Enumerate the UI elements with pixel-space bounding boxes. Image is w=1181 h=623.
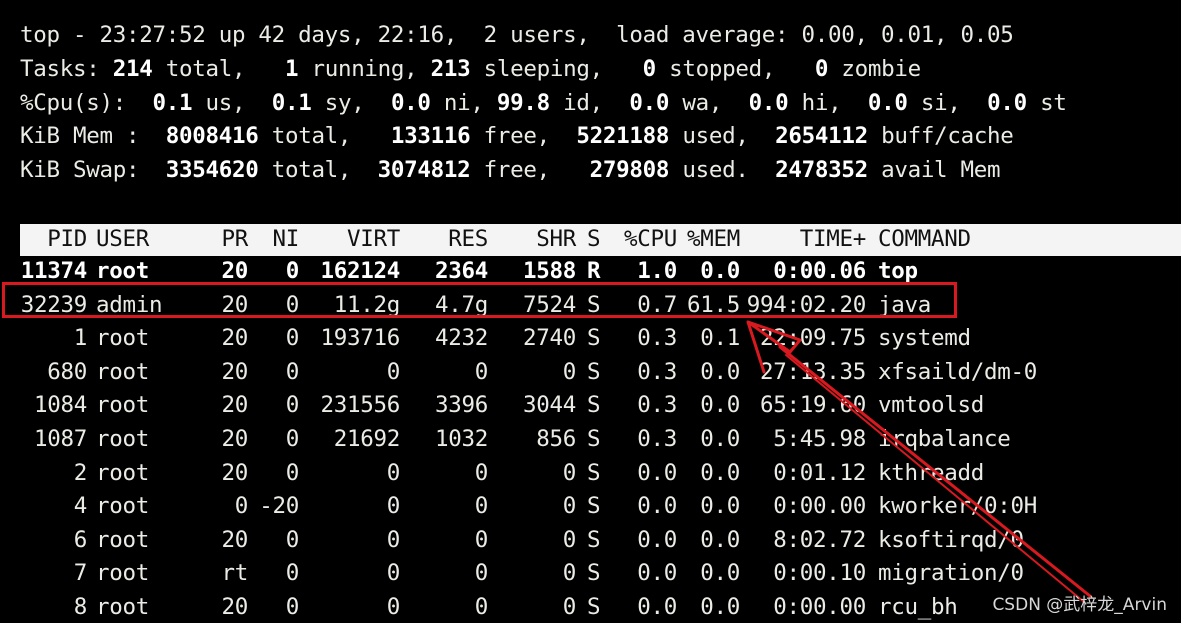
watermark: CSDN @武梓龙_Arvin xyxy=(992,595,1167,615)
arrow-head xyxy=(746,320,802,374)
annotation-arrow-icon xyxy=(746,320,1092,603)
arrow-shaft xyxy=(778,345,1092,598)
arrow-shaft-outline xyxy=(785,354,1085,603)
